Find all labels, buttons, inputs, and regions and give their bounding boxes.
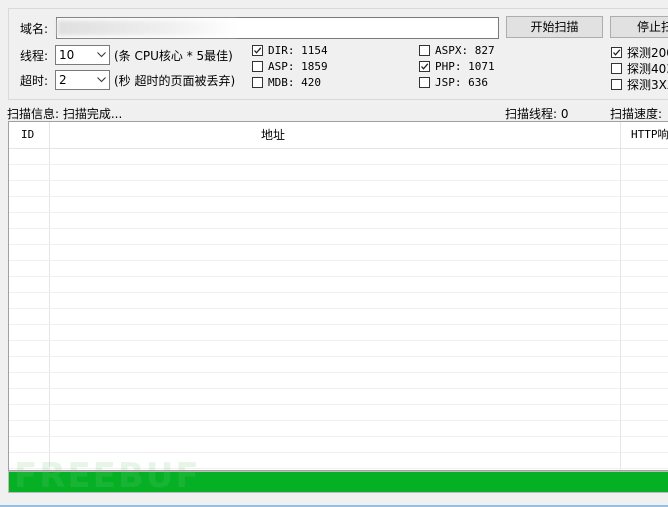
dict-mdb-checkbox[interactable]: MDB: 420 bbox=[252, 76, 321, 89]
row-grid-line bbox=[9, 404, 668, 405]
checkbox-box[interactable] bbox=[419, 61, 430, 72]
row-grid-line bbox=[9, 372, 668, 373]
column-header-id[interactable]: ID bbox=[21, 122, 34, 148]
row-grid-line bbox=[9, 420, 668, 421]
stop-scan-button[interactable]: 停止扫 bbox=[610, 16, 668, 38]
row-grid-line bbox=[9, 180, 668, 181]
column-header-address[interactable]: 地址 bbox=[261, 122, 285, 148]
probe-403-checkbox[interactable]: 探测403 bbox=[611, 60, 668, 77]
checkmark-icon bbox=[254, 47, 262, 54]
checkmark-icon bbox=[613, 49, 621, 56]
threads-label: 线程: bbox=[20, 49, 49, 63]
domain-input[interactable] bbox=[56, 17, 499, 39]
threads-hint: (条 CPU核心 * 5最佳) bbox=[114, 49, 233, 63]
timeout-select[interactable]: 2 bbox=[55, 70, 110, 90]
probe-3xx-checkbox[interactable]: 探测3XX bbox=[611, 76, 668, 93]
column-divider[interactable] bbox=[620, 122, 621, 148]
start-scan-button[interactable]: 开始扫描 bbox=[506, 16, 603, 38]
scan-progress-bar bbox=[8, 471, 668, 493]
dict-aspx-label: ASPX: 827 bbox=[435, 44, 495, 57]
progress-fill bbox=[9, 472, 668, 492]
probe-3xx-label: 探测3XX bbox=[627, 78, 668, 92]
probe-403-label: 探测403 bbox=[627, 62, 668, 76]
column-header-http[interactable]: HTTP响 bbox=[631, 122, 668, 148]
dict-jsp-label: JSP: 636 bbox=[435, 76, 488, 89]
column-divider[interactable] bbox=[49, 122, 50, 148]
redacted-domain bbox=[57, 20, 237, 36]
chevron-down-icon bbox=[93, 71, 109, 89]
checkbox-box[interactable] bbox=[252, 61, 263, 72]
row-grid-line bbox=[9, 196, 668, 197]
row-grid-line bbox=[9, 468, 668, 469]
timeout-value: 2 bbox=[59, 73, 67, 87]
checkbox-box[interactable] bbox=[611, 63, 622, 74]
row-grid-line bbox=[9, 228, 668, 229]
checkbox-box[interactable] bbox=[419, 45, 430, 56]
dict-mdb-label: MDB: 420 bbox=[268, 76, 321, 89]
row-grid-line bbox=[9, 436, 668, 437]
window-bottom-edge bbox=[0, 497, 668, 507]
checkmark-icon bbox=[421, 63, 429, 70]
row-grid-line bbox=[9, 452, 668, 453]
threads-value: 10 bbox=[59, 48, 75, 62]
results-list[interactable]: ID 地址 HTTP响 bbox=[8, 121, 668, 471]
row-grid-line bbox=[9, 292, 668, 293]
dict-asp-label: ASP: 1859 bbox=[268, 60, 328, 73]
row-grid-line bbox=[9, 356, 668, 357]
dict-php-label: PHP: 1071 bbox=[435, 60, 495, 73]
row-grid-line bbox=[9, 324, 668, 325]
threads-select[interactable]: 10 bbox=[55, 45, 110, 65]
scan-threads-status: 扫描线程: 0 bbox=[505, 107, 569, 121]
dict-php-checkbox[interactable]: PHP: 1071 bbox=[419, 60, 495, 73]
checkbox-box[interactable] bbox=[419, 77, 430, 88]
row-grid-line bbox=[9, 276, 668, 277]
dict-jsp-checkbox[interactable]: JSP: 636 bbox=[419, 76, 488, 89]
probe-200-label: 探测200 bbox=[627, 46, 668, 60]
row-grid-line bbox=[9, 388, 668, 389]
checkbox-box[interactable] bbox=[252, 45, 263, 56]
row-grid-line bbox=[9, 212, 668, 213]
chevron-down-icon bbox=[93, 46, 109, 64]
row-grid-line bbox=[9, 340, 668, 341]
scan-info-status: 扫描信息: 扫描完成... bbox=[7, 107, 123, 121]
row-grid-line bbox=[9, 260, 668, 261]
dict-dir-label: DIR: 1154 bbox=[268, 44, 328, 57]
timeout-label: 超时: bbox=[20, 74, 49, 88]
list-header: ID 地址 HTTP响 bbox=[9, 122, 668, 149]
domain-label: 域名: bbox=[20, 22, 49, 36]
scan-speed-status: 扫描速度: bbox=[610, 107, 663, 121]
checkbox-box[interactable] bbox=[252, 77, 263, 88]
probe-200-checkbox[interactable]: 探测200 bbox=[611, 44, 668, 61]
timeout-hint: (秒 超时的页面被丢弃) bbox=[114, 74, 236, 88]
row-grid-line bbox=[9, 244, 668, 245]
row-grid-line bbox=[9, 164, 668, 165]
checkbox-box[interactable] bbox=[611, 47, 622, 58]
dict-dir-checkbox[interactable]: DIR: 1154 bbox=[252, 44, 328, 57]
dict-asp-checkbox[interactable]: ASP: 1859 bbox=[252, 60, 328, 73]
checkbox-box[interactable] bbox=[611, 79, 622, 90]
row-grid-line bbox=[9, 308, 668, 309]
dict-aspx-checkbox[interactable]: ASPX: 827 bbox=[419, 44, 495, 57]
